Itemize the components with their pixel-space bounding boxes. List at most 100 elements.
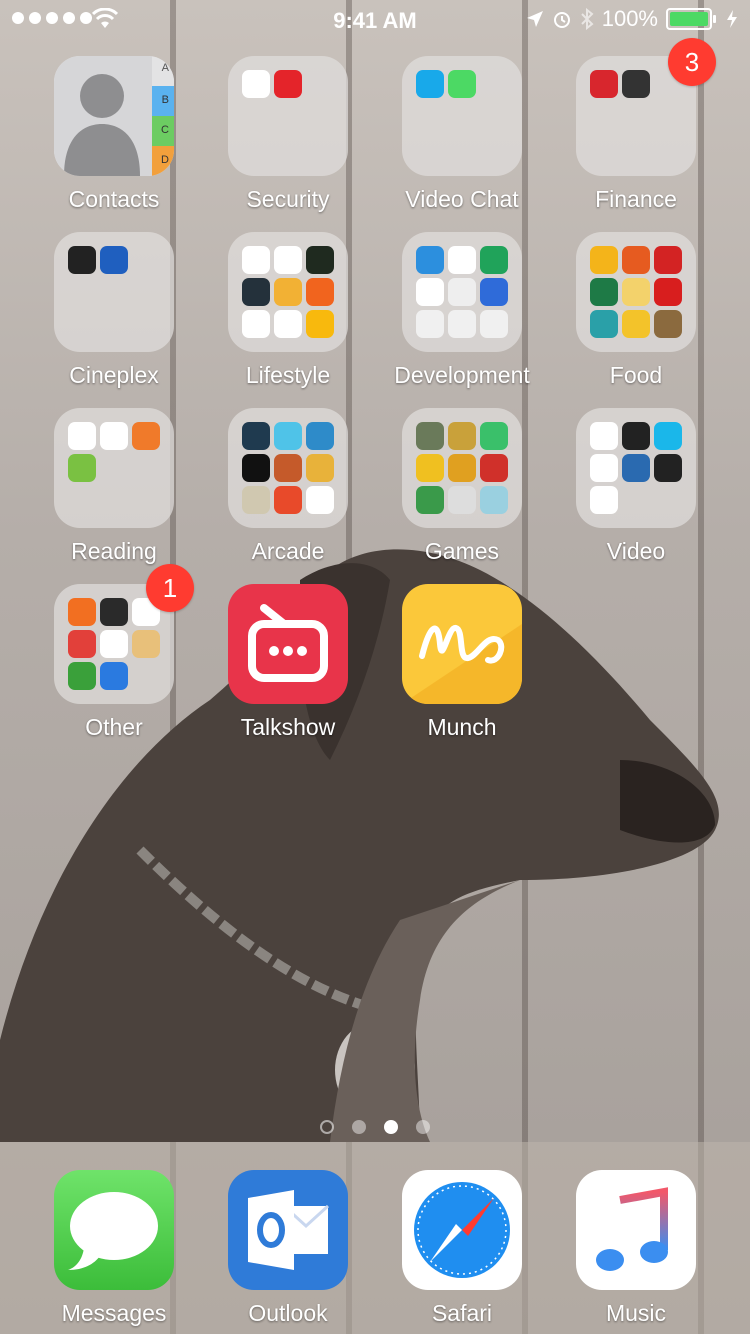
other-app-icon bbox=[100, 630, 128, 658]
cineplex-icon bbox=[68, 246, 96, 274]
arcade-game-icon bbox=[306, 486, 334, 514]
dock-app-safari[interactable]: Safari bbox=[402, 1170, 522, 1327]
app-talkshow[interactable]: Talkshow bbox=[228, 584, 348, 741]
app-label: Contacts bbox=[68, 186, 160, 212]
contacts-tab-d: D bbox=[161, 154, 169, 166]
arcade-game-icon bbox=[274, 422, 302, 450]
folder-icon bbox=[54, 232, 174, 352]
folder-security[interactable]: Security bbox=[228, 56, 348, 213]
dev-app-icon bbox=[448, 278, 476, 306]
safari-compass-icon bbox=[402, 1170, 522, 1290]
app-label: Reading bbox=[71, 538, 157, 564]
app-label: Safari bbox=[431, 1300, 493, 1326]
battery-icon bbox=[666, 8, 716, 30]
app-label: Video Chat bbox=[405, 186, 519, 212]
netflix-icon bbox=[590, 454, 618, 482]
app-label: Music bbox=[605, 1300, 667, 1326]
1password-icon bbox=[242, 70, 270, 98]
food-app-icon bbox=[590, 246, 618, 274]
dev-app-icon bbox=[448, 246, 476, 274]
video-app-icon bbox=[622, 422, 650, 450]
contacts-tab-b: B bbox=[161, 94, 169, 106]
facetime-icon bbox=[448, 70, 476, 98]
outlook-icon bbox=[228, 1170, 348, 1290]
lifestyle-app-icon bbox=[242, 310, 270, 338]
onedrive-icon bbox=[100, 662, 128, 690]
skype-icon bbox=[416, 70, 444, 98]
app-label: Cineplex bbox=[69, 362, 159, 388]
dock-app-outlook[interactable]: Outlook bbox=[228, 1170, 348, 1327]
app-label: Lifestyle bbox=[245, 362, 331, 388]
battery-percentage: 100% bbox=[601, 6, 658, 31]
duolingo-icon bbox=[68, 454, 96, 482]
app-label: Other bbox=[85, 714, 143, 740]
folder-reading[interactable]: Reading bbox=[54, 408, 174, 565]
food-app-icon bbox=[590, 310, 618, 338]
folder-food[interactable]: Food bbox=[576, 232, 696, 389]
game-icon bbox=[448, 422, 476, 450]
folder-icon bbox=[402, 232, 522, 352]
other-app-icon bbox=[68, 630, 96, 658]
dev-app-icon bbox=[480, 310, 508, 338]
reading-app-icon bbox=[68, 422, 96, 450]
yelp-icon bbox=[654, 246, 682, 274]
contacts-tab-c: C bbox=[161, 124, 169, 136]
app-label: Games bbox=[424, 538, 500, 564]
dev-app-icon bbox=[416, 246, 444, 274]
folder-icon bbox=[228, 408, 348, 528]
dock-app-music[interactable]: Music bbox=[576, 1170, 696, 1327]
folder-icon bbox=[228, 232, 348, 352]
app-contacts[interactable]: A B C D Contacts bbox=[54, 56, 174, 213]
soundcloud-icon bbox=[68, 598, 96, 626]
other-app-icon bbox=[132, 630, 160, 658]
dev-app-icon bbox=[448, 310, 476, 338]
crave-icon bbox=[590, 486, 618, 514]
folder-video-chat[interactable]: Video Chat bbox=[402, 56, 522, 213]
folder-cineplex[interactable]: Cineplex bbox=[54, 232, 174, 389]
food-app-icon bbox=[622, 246, 650, 274]
contacts-icon: A B C D bbox=[54, 56, 174, 176]
app-label: Video bbox=[606, 538, 666, 564]
app-label: Arcade bbox=[251, 538, 325, 564]
spotlight-page-dot-icon[interactable] bbox=[320, 1120, 334, 1134]
dev-app-icon bbox=[480, 278, 508, 306]
status-bar: 9:41 AM 100% bbox=[0, 0, 750, 40]
arcade-game-icon bbox=[274, 486, 302, 514]
mint-icon bbox=[622, 70, 650, 98]
dock-app-messages[interactable]: Messages bbox=[54, 1170, 174, 1327]
finance-badge: 3 bbox=[668, 38, 716, 86]
scene-icon bbox=[100, 246, 128, 274]
arcade-game-icon bbox=[306, 422, 334, 450]
page-dot[interactable] bbox=[352, 1120, 366, 1134]
lifestyle-app-icon bbox=[242, 278, 270, 306]
contacts-tab-a: A bbox=[161, 62, 169, 74]
bing-icon bbox=[306, 310, 334, 338]
ibooks-icon bbox=[132, 422, 160, 450]
charging-bolt-icon bbox=[727, 10, 737, 28]
page-dot-active[interactable] bbox=[384, 1120, 398, 1134]
lifestyle-app-icon bbox=[274, 310, 302, 338]
bluetooth-icon bbox=[581, 8, 594, 30]
folder-video[interactable]: Video bbox=[576, 408, 696, 565]
food-app-icon bbox=[622, 278, 650, 306]
app-munch[interactable]: Munch bbox=[402, 584, 522, 741]
folder-icon bbox=[54, 408, 174, 528]
vimeo-icon bbox=[654, 422, 682, 450]
other-badge: 1 bbox=[146, 564, 194, 612]
page-indicator[interactable] bbox=[0, 1120, 750, 1134]
arcade-game-icon bbox=[242, 486, 270, 514]
app-label: Talkshow bbox=[240, 714, 336, 740]
munch-scribble-icon bbox=[402, 584, 522, 704]
folder-development[interactable]: Development bbox=[394, 232, 530, 389]
folder-arcade[interactable]: Arcade bbox=[228, 408, 348, 565]
folder-lifestyle[interactable]: Lifestyle bbox=[228, 232, 348, 389]
app-label: Security bbox=[246, 186, 330, 212]
dev-app-icon bbox=[416, 278, 444, 306]
video-app-icon bbox=[622, 454, 650, 482]
mcdonalds-icon bbox=[654, 278, 682, 306]
page-dot[interactable] bbox=[416, 1120, 430, 1134]
medium-icon bbox=[100, 422, 128, 450]
folder-games[interactable]: Games bbox=[402, 408, 522, 565]
food-app-icon bbox=[622, 310, 650, 338]
talkshow-radio-icon bbox=[228, 584, 348, 704]
